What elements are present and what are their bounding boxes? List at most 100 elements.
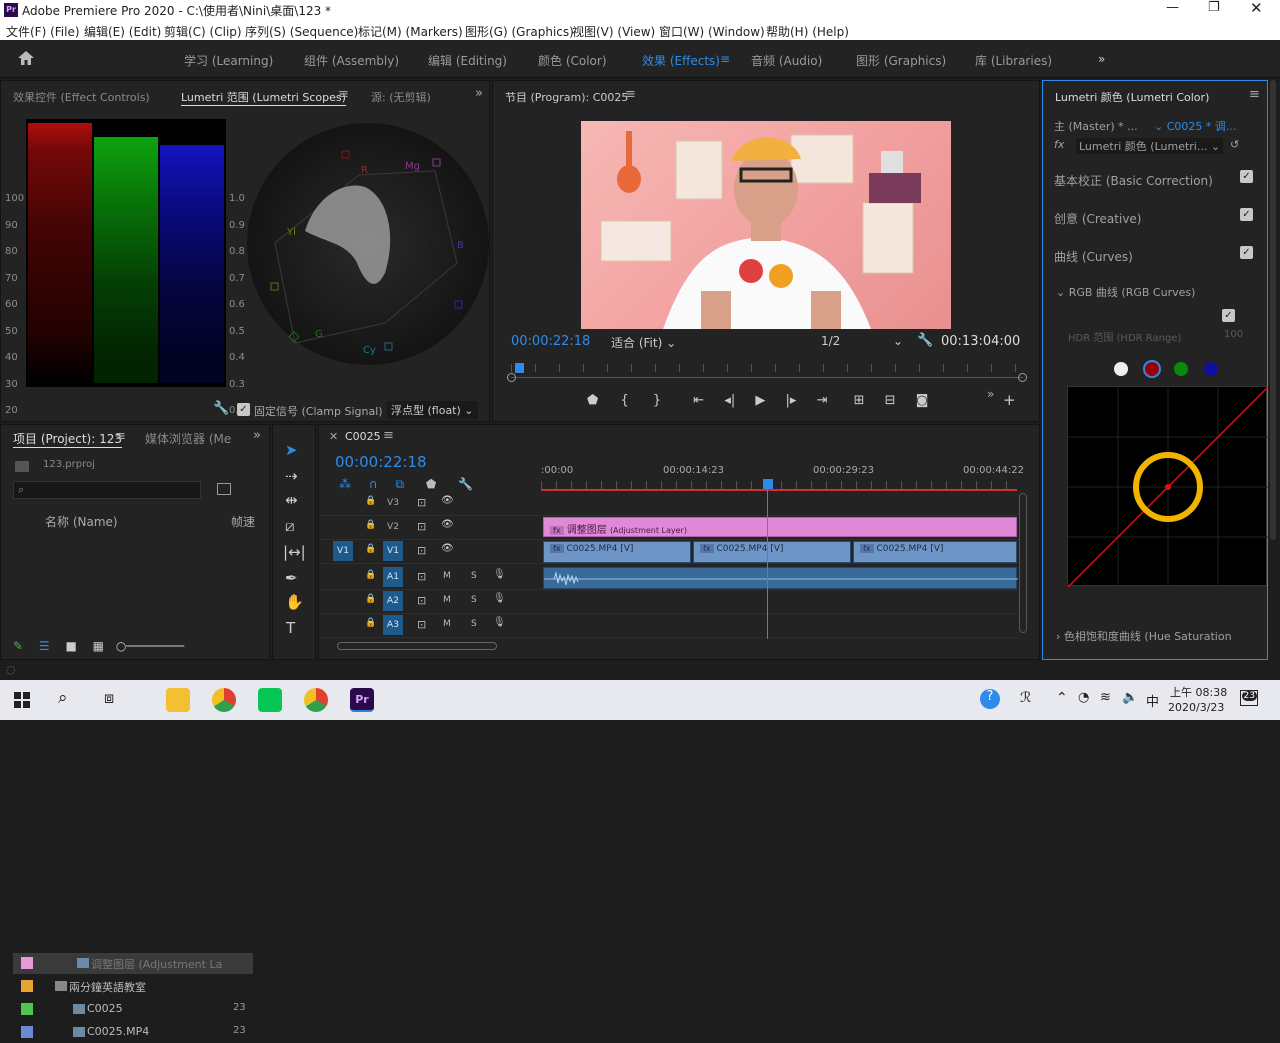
track-lock-icon[interactable]: 🔒 [365, 618, 376, 628]
pen-tool-icon[interactable]: ✒ [285, 569, 298, 587]
mute-button[interactable]: M [443, 571, 451, 581]
icon-view-icon[interactable]: ■ [65, 639, 76, 653]
tab-project[interactable]: 项目 (Project): 123 [13, 430, 122, 448]
settings-wrench-icon[interactable]: 🔧 [458, 477, 473, 491]
toggle-sync-icon[interactable]: ⊡ [417, 618, 426, 631]
workspace-editing[interactable]: 编辑 (Editing) [428, 52, 507, 69]
track-target-a2[interactable]: A2 [383, 591, 403, 611]
microphone-icon[interactable]: 🎙 [493, 593, 506, 604]
search-icon[interactable]: ⌕ [58, 688, 68, 708]
settings-wrench-icon[interactable]: 🔧 [213, 401, 229, 416]
extract-icon[interactable]: ⊟ [885, 393, 896, 408]
workspace-assembly[interactable]: 组件 (Assembly) [304, 52, 399, 69]
program-timecode[interactable]: 00:00:22:18 [511, 334, 590, 349]
track-target-a3[interactable]: A3 [383, 615, 403, 635]
track-target-v1[interactable]: V1 [383, 541, 403, 561]
solo-button[interactable]: S [471, 595, 477, 605]
workspace-audio[interactable]: 音频 (Audio) [751, 52, 822, 69]
workspace-menu-icon[interactable]: ≡ [720, 52, 730, 66]
taskbar-clock-date[interactable]: 2020/3/23 [1168, 701, 1224, 714]
toggle-output-icon[interactable]: ⊡ [417, 496, 426, 509]
project-search-input[interactable]: ⌕ [13, 481, 201, 499]
mark-in-icon[interactable]: { [620, 393, 628, 408]
type-tool-icon[interactable]: T [286, 619, 295, 637]
float-dropdown[interactable]: 浮点型 (float) ⌄ [387, 401, 478, 419]
nest-icon[interactable]: ⁂ [339, 477, 351, 491]
hdr-checkbox[interactable]: ✓ [1222, 309, 1235, 322]
taskbar-clock-time[interactable]: 上午 08:38 [1170, 684, 1227, 700]
track-target-v2[interactable]: V2 [383, 517, 403, 537]
mark-out-icon[interactable]: } [653, 393, 661, 408]
workspace-graphics[interactable]: 图形 (Graphics) [856, 52, 946, 69]
curve-channel-blue[interactable] [1204, 362, 1218, 376]
list-item[interactable]: C0025 23 [13, 999, 253, 1020]
curves-checkbox[interactable]: ✓ [1240, 246, 1253, 259]
premiere-taskbar-icon[interactable]: Pr [350, 688, 374, 712]
reset-icon[interactable]: ↺ [1230, 138, 1239, 151]
workspace-color[interactable]: 颜色 (Color) [538, 52, 607, 69]
people-icon[interactable]: ℛ [1020, 690, 1031, 706]
hand-tool-icon[interactable]: ✋ [285, 593, 304, 611]
eye-icon[interactable]: 👁 [441, 495, 454, 506]
slip-tool-icon[interactable]: |↔| [283, 543, 306, 561]
pencil-icon[interactable]: ✎ [13, 639, 23, 653]
curve-channel-green[interactable] [1174, 362, 1188, 376]
scopes-menu-icon[interactable]: ≡ [338, 87, 349, 102]
label-color-swatch[interactable] [21, 1026, 33, 1038]
work-area-bar[interactable] [541, 489, 1017, 491]
column-name[interactable]: 名称 (Name) [45, 513, 118, 530]
more-workspaces-icon[interactable]: » [1098, 52, 1105, 66]
export-frame-icon[interactable]: ◙ [916, 393, 929, 408]
snap-icon[interactable]: ∩ [369, 477, 378, 491]
tab-source[interactable]: 源: (无剪辑) [371, 89, 431, 105]
video-clip[interactable]: fx C0025.MP4 [V] [543, 541, 691, 563]
chevron-up-icon[interactable]: ⌃ [1056, 690, 1068, 706]
line-app-icon[interactable] [258, 688, 282, 712]
eye-icon[interactable]: 👁 [441, 543, 454, 554]
rgb-curve-editor[interactable] [1067, 386, 1269, 588]
lumetri-scrollbar[interactable] [1270, 80, 1276, 540]
workspace-libraries[interactable]: 库 (Libraries) [975, 52, 1052, 69]
list-item[interactable]: 调整图层 (Adjustment La [13, 953, 253, 974]
fit-dropdown[interactable]: 适合 (Fit) ⌄ [611, 334, 676, 351]
menu-clip[interactable]: 剪辑(C) (Clip) [164, 23, 242, 40]
go-to-in-icon[interactable]: ⇤ [693, 393, 704, 408]
go-to-out-icon[interactable]: ⇥ [817, 393, 828, 408]
close-button[interactable]: ✕ [1250, 0, 1263, 17]
track-select-tool-icon[interactable]: ⇢ [285, 467, 298, 485]
section-basic-correction[interactable]: 基本校正 (Basic Correction) [1054, 172, 1259, 189]
toggle-output-icon[interactable]: ⊡ [417, 544, 426, 557]
track-lock-icon[interactable]: 🔒 [365, 496, 376, 506]
track-lock-icon[interactable]: 🔒 [365, 544, 376, 554]
program-menu-icon[interactable]: ≡ [625, 87, 636, 102]
mute-button[interactable]: M [443, 619, 451, 629]
curve-channel-red[interactable] [1143, 360, 1161, 378]
step-back-icon[interactable]: ◂| [724, 393, 735, 408]
workspace-effects[interactable]: 效果 (Effects) [642, 52, 720, 69]
maximize-button[interactable]: ❐ [1208, 0, 1220, 15]
creative-checkbox[interactable]: ✓ [1240, 208, 1253, 221]
volume-icon[interactable]: 🔈 [1122, 690, 1138, 705]
ime-indicator[interactable]: 中 [1146, 691, 1159, 710]
timeline-sequence-tab[interactable]: C0025 [345, 430, 381, 443]
project-menu-icon[interactable]: ≡ [115, 429, 126, 444]
add-button-icon[interactable]: + [1003, 391, 1016, 409]
program-scrubber[interactable] [511, 377, 1023, 378]
button-editor-icon[interactable]: » [987, 387, 994, 401]
effect-selector[interactable]: Lumetri 颜色 (Lumetri... ⌄ [1076, 138, 1224, 154]
chrome-profile-icon[interactable] [304, 688, 328, 712]
quality-dropdown[interactable]: 1/2 ⌄ [821, 334, 903, 348]
section-curves[interactable]: 曲线 (Curves) [1054, 248, 1259, 265]
wifi-icon[interactable]: ≋ [1100, 690, 1111, 705]
timeline-timecode[interactable]: 00:00:22:18 [335, 453, 427, 471]
track-lock-icon[interactable]: 🔒 [365, 570, 376, 580]
scrub-end-handle[interactable] [1018, 373, 1027, 382]
microphone-icon[interactable]: 🎙 [493, 617, 506, 628]
menu-markers[interactable]: 标记(M) (Markers) [358, 23, 463, 40]
video-clip[interactable]: fx C0025.MP4 [V] [853, 541, 1017, 563]
menu-graphics[interactable]: 图形(G) (Graphics) [465, 23, 574, 40]
mute-button[interactable]: M [443, 595, 451, 605]
audio-clip[interactable] [543, 567, 1018, 589]
hue-saturation-header[interactable]: › 色相饱和度曲线 (Hue Saturation [1056, 628, 1261, 644]
eye-icon[interactable]: 👁 [441, 519, 454, 530]
